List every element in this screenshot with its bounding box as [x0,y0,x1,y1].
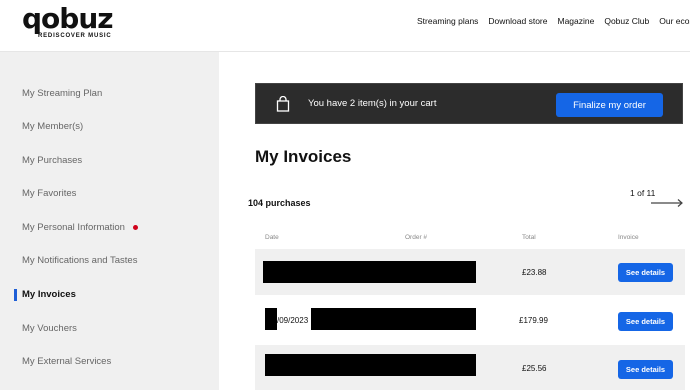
purchases-count: 104 purchases [248,198,311,208]
nav-download-store[interactable]: Download store [488,16,547,26]
page-title: My Invoices [255,147,352,166]
account-sidebar: My Streaming Plan My Member(s) My Purcha… [0,52,219,390]
sidebar-item-vouchers[interactable]: My Vouchers [22,323,77,334]
table-row: /09/2023 £179.99 See details [255,297,685,343]
finalize-order-button[interactable]: Finalize my order [556,93,663,117]
sidebar-item-purchases[interactable]: My Purchases [22,155,82,166]
row-total: £179.99 [519,315,548,325]
redacted-block [265,308,277,330]
notification-dot [132,224,138,230]
logo-wordmark: qobuz [22,2,114,35]
redacted-block [265,354,476,376]
table-row: £25.56 See details [255,345,685,390]
sidebar-item-members[interactable]: My Member(s) [22,121,83,132]
shopping-bag-icon [276,96,290,112]
see-details-button[interactable]: See details [618,360,673,379]
column-header-total: Total [522,234,536,241]
sidebar-item-personal-information[interactable]: My Personal Information [22,222,138,233]
row-total: £23.88 [522,267,547,277]
logo-tagline: REDISCOVER MUSIC [38,33,112,39]
table-header: Date Order # Total Invoice [255,224,685,249]
nav-magazine[interactable]: Magazine [557,16,594,26]
sidebar-item-label: My Personal Information [22,222,125,233]
row-total: £25.56 [522,363,547,373]
sidebar-item-external-services[interactable]: My External Services [22,356,111,367]
sidebar-item-invoices[interactable]: My Invoices [22,289,76,300]
sidebar-item-streaming-plan[interactable]: My Streaming Plan [22,88,102,99]
qobuz-logo[interactable]: qobuz REDISCOVER MUSIC [22,2,114,40]
nav-qobuz-club[interactable]: Qobuz Club [604,16,649,26]
main-nav: Streaming plans Download store Magazine … [417,16,690,26]
row-date: /09/2023 [277,316,309,325]
pagination-label: 1 of 11 [630,188,656,198]
redacted-block [311,308,476,330]
redacted-block [263,261,476,283]
column-header-order: Order # [405,234,428,241]
active-indicator [14,289,17,301]
sidebar-item-notifications-tastes[interactable]: My Notifications and Tastes [22,255,137,266]
cart-banner: You have 2 item(s) in your cart Finalize… [255,83,683,124]
see-details-button[interactable]: See details [618,312,673,331]
column-header-date: Date [265,234,279,241]
cart-message: You have 2 item(s) in your cart [308,98,437,109]
table-row: £23.88 See details [255,249,685,295]
arrow-right-icon[interactable] [651,198,684,208]
nav-our-ecosystem[interactable]: Our ecosy [659,16,690,26]
nav-streaming-plans[interactable]: Streaming plans [417,16,478,26]
column-header-invoice: Invoice [618,234,639,241]
sidebar-item-favorites[interactable]: My Favorites [22,188,76,199]
see-details-button[interactable]: See details [618,263,673,282]
top-header: qobuz REDISCOVER MUSIC Streaming plans D… [0,0,690,52]
